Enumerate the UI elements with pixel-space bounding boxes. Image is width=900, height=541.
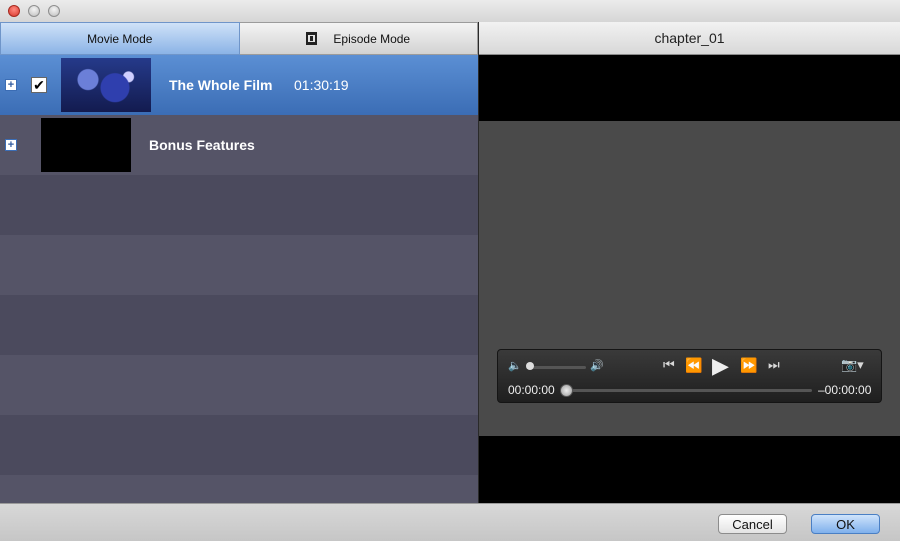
- playback-controller: 🔈 🔊 ⏮ ⏪ ▶ ⏩ ⏭ 📷▾ 00:00:00 –00:00:00: [497, 349, 882, 403]
- film-icon: [306, 32, 318, 45]
- video-letterbox-top: [479, 55, 900, 121]
- tab-label: Movie Mode: [87, 31, 153, 46]
- seek-bar[interactable]: [564, 389, 812, 392]
- zoom-window-button[interactable]: [48, 5, 60, 17]
- fast-forward-icon[interactable]: ⏩: [740, 357, 757, 374]
- remaining-time: –00:00:00: [818, 383, 872, 397]
- title-bar: [0, 0, 900, 22]
- tab-movie-mode[interactable]: Movie Mode: [0, 22, 240, 55]
- tab-label: Episode Mode: [333, 31, 411, 46]
- skip-to-end-icon[interactable]: ⏭: [768, 357, 780, 373]
- title-thumbnail: [61, 58, 151, 112]
- tab-episode-mode[interactable]: Episode Mode: [239, 22, 478, 55]
- dialog-footer: Cancel OK: [0, 503, 900, 541]
- elapsed-time: 00:00:00: [508, 383, 555, 397]
- title-thumbnail: [41, 118, 131, 172]
- title-list: + ✔ The Whole Film 01:30:19 + Bonus Feat…: [0, 55, 478, 503]
- snapshot-camera-icon[interactable]: 📷▾: [841, 357, 864, 373]
- volume-low-icon[interactable]: 🔈: [508, 359, 522, 372]
- empty-row: [0, 235, 478, 295]
- expand-icon[interactable]: +: [5, 79, 17, 91]
- item-duration: 01:30:19: [294, 77, 349, 93]
- empty-row: [0, 355, 478, 415]
- empty-row: [0, 475, 478, 503]
- video-letterbox-bottom: [479, 436, 900, 503]
- list-item[interactable]: + Bonus Features: [0, 115, 478, 175]
- volume-high-icon[interactable]: 🔊: [590, 359, 604, 372]
- chapter-title: chapter_01: [479, 22, 900, 55]
- mode-tabs: Movie Mode Episode Mode: [0, 22, 478, 55]
- empty-row: [0, 175, 478, 235]
- expand-icon[interactable]: +: [5, 139, 17, 151]
- seek-knob[interactable]: [560, 384, 573, 397]
- title-list-pane: Movie Mode Episode Mode + ✔ The Whole Fi…: [0, 22, 478, 503]
- include-checkbox[interactable]: ✔: [31, 77, 47, 93]
- volume-knob[interactable]: [526, 362, 534, 370]
- rewind-icon[interactable]: ⏪: [685, 357, 702, 374]
- minimize-window-button[interactable]: [28, 5, 40, 17]
- close-window-button[interactable]: [8, 5, 20, 17]
- item-title: Bonus Features: [149, 137, 255, 153]
- play-icon[interactable]: ▶: [712, 353, 729, 379]
- empty-row: [0, 295, 478, 355]
- item-title: The Whole Film: [169, 77, 273, 93]
- volume-slider[interactable]: [526, 366, 586, 369]
- ok-button[interactable]: OK: [811, 514, 880, 534]
- preview-pane: chapter_01 🔈 🔊 ⏮ ⏪ ▶ ⏩ ⏭ 📷▾ 00:00:00 –00…: [478, 22, 900, 503]
- empty-row: [0, 415, 478, 475]
- skip-to-start-icon[interactable]: ⏮: [663, 357, 675, 373]
- cancel-button[interactable]: Cancel: [718, 514, 787, 534]
- list-item[interactable]: + ✔ The Whole Film 01:30:19: [0, 55, 478, 115]
